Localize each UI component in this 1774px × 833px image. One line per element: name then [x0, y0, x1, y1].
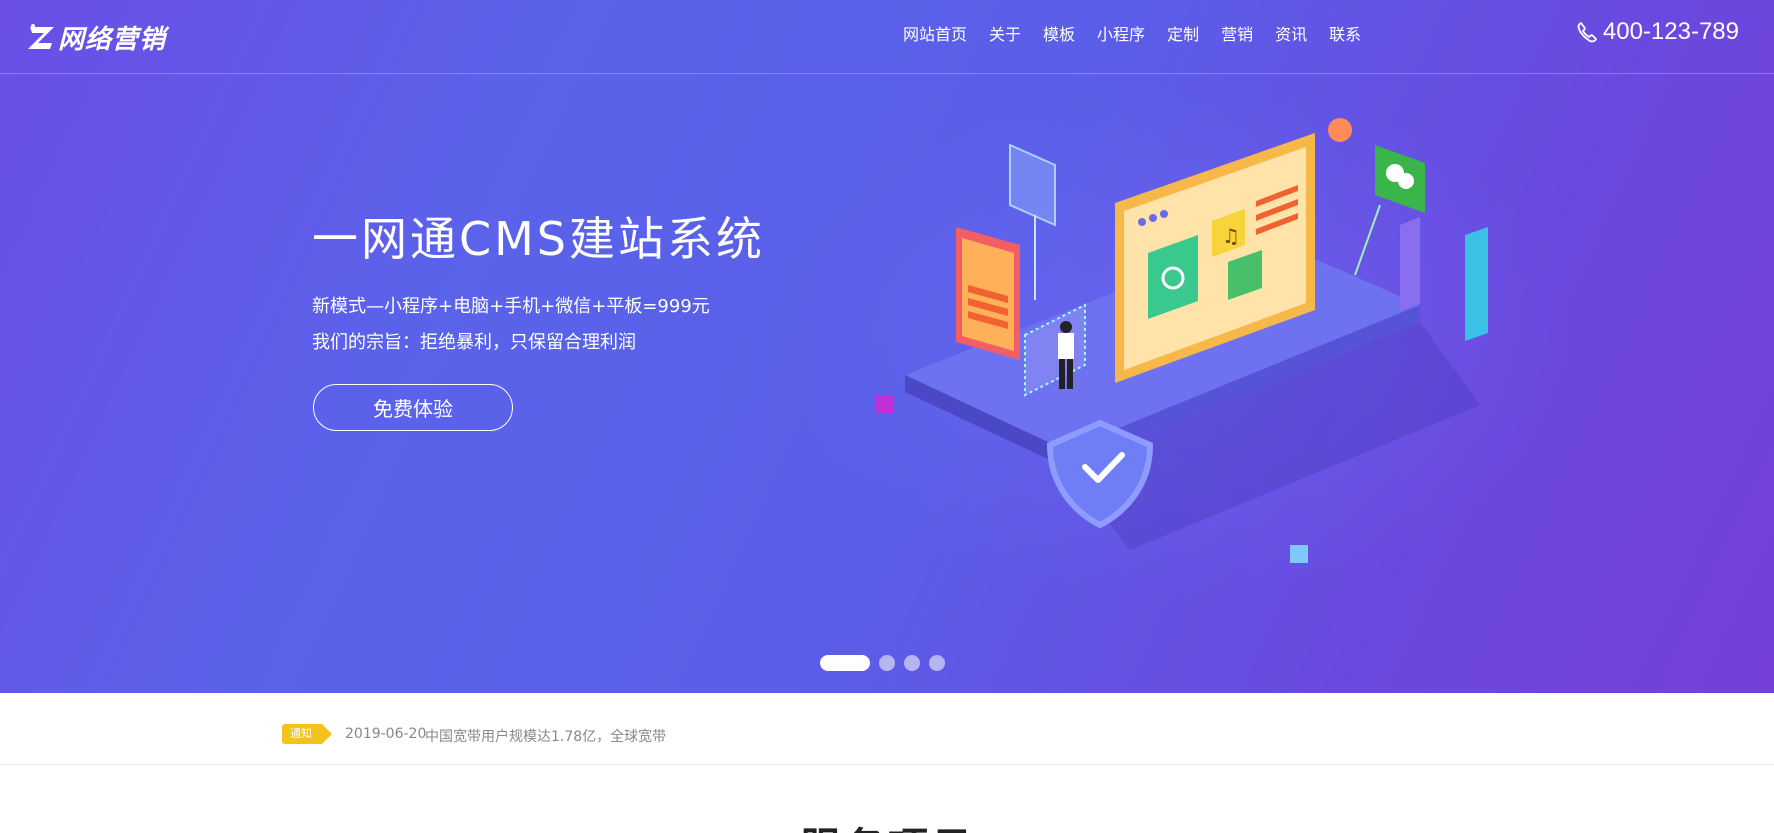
main-nav: 网站首页 关于 模板 小程序 定制 营销 资讯 联系 [903, 22, 1383, 48]
nav-item-miniprogram[interactable]: 小程序 [1097, 22, 1145, 48]
logo-icon [28, 24, 54, 49]
nav-item-templates[interactable]: 模板 [1043, 22, 1075, 48]
bar-column-2 [1432, 209, 1455, 323]
carousel-dot-4[interactable] [929, 655, 945, 671]
phone-number: 400-123-789 [1602, 18, 1739, 45]
nav-item-contact[interactable]: 联系 [1329, 22, 1361, 48]
nav-item-custom[interactable]: 定制 [1167, 22, 1199, 48]
phone-icon [1577, 22, 1597, 43]
section-title: 服务项目 [800, 815, 976, 833]
svg-text:♫: ♫ [1222, 224, 1240, 248]
hero-title: 一网通CMS建站系统 [312, 212, 766, 266]
notice-badge: 通知 [282, 724, 332, 744]
free-trial-button[interactable]: 免费体验 [313, 384, 513, 431]
hero-subtitle: 新模式—小程序+电脑+手机+微信+平板=999元 [312, 296, 710, 317]
hero-tagline: 我们的宗旨：拒绝暴利，只保留合理利润 [312, 332, 636, 353]
purple-cube [875, 395, 893, 413]
carousel-dot-2[interactable] [879, 655, 895, 671]
notice-bar: 通知 2019-06-20 中国宽带用户规模达1.78亿，全球宽带 [0, 693, 1774, 765]
carousel-dot-1[interactable] [820, 655, 870, 671]
carousel-dots [820, 655, 954, 671]
hero-illustration: ♫ [875, 118, 1488, 563]
notice-date: 2019-06-20 [345, 726, 427, 742]
bar-column-3 [1465, 227, 1488, 341]
blue-cube [1290, 545, 1308, 563]
nav-item-home[interactable]: 网站首页 [903, 22, 967, 48]
notice-link[interactable]: 中国宽带用户规模达1.78亿，全球宽带 [425, 726, 666, 746]
bar-column-1 [1400, 217, 1420, 311]
orange-ball [1328, 118, 1352, 142]
phone-contact[interactable]: 400-123-789 [1577, 18, 1739, 46]
carousel-dot-3[interactable] [904, 655, 920, 671]
chart-panel [1009, 143, 1056, 227]
site-header: 网络营销 网站首页 关于 模板 小程序 定制 营销 资讯 联系 400-123-… [0, 0, 1774, 74]
hero-banner: 网络营销 网站首页 关于 模板 小程序 定制 营销 资讯 联系 400-123-… [0, 0, 1774, 693]
person-body [1058, 333, 1074, 359]
site-logo[interactable]: 网络营销 [28, 20, 167, 55]
nav-item-news[interactable]: 资讯 [1275, 22, 1307, 48]
logo-text: 网络营销 [58, 24, 167, 55]
nav-item-marketing[interactable]: 营销 [1221, 22, 1253, 48]
nav-item-about[interactable]: 关于 [989, 22, 1021, 48]
